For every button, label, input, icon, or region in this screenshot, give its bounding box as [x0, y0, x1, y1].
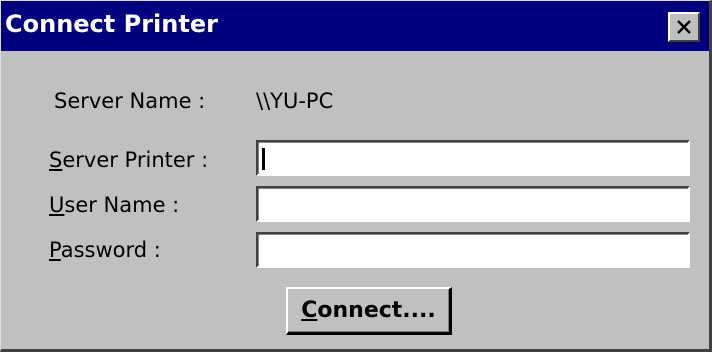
connect-label-text: onnect.... — [317, 298, 436, 323]
user-name-mnemonic: U — [49, 193, 65, 217]
password-label-text: assword : — [60, 238, 161, 262]
password-mnemonic: P — [49, 238, 61, 262]
user-name-label: User Name : — [49, 193, 179, 217]
server-name-value: \\YU-PC — [256, 89, 334, 113]
text-caret — [262, 148, 265, 170]
server-printer-input[interactable] — [256, 140, 690, 176]
dialog-title: Connect Printer — [5, 10, 218, 38]
password-label: Password : — [49, 238, 161, 262]
close-button[interactable] — [668, 12, 700, 42]
connect-button[interactable]: Connect.... — [286, 287, 452, 335]
server-printer-label: Server Printer : — [49, 148, 208, 172]
user-name-label-text: ser Name : — [64, 193, 180, 217]
password-input[interactable] — [256, 232, 690, 268]
server-printer-label-text: erver Printer : — [62, 148, 209, 172]
connect-printer-dialog: Connect Printer Server Name : \\YU-PC Se… — [0, 0, 712, 352]
close-icon — [677, 20, 691, 34]
connect-mnemonic: C — [301, 298, 318, 323]
connect-button-label: Connect.... — [301, 298, 436, 323]
user-name-input[interactable] — [256, 186, 690, 222]
server-name-label: Server Name : — [54, 89, 206, 113]
title-bar[interactable]: Connect Printer — [1, 1, 709, 51]
server-printer-mnemonic: S — [49, 148, 63, 172]
